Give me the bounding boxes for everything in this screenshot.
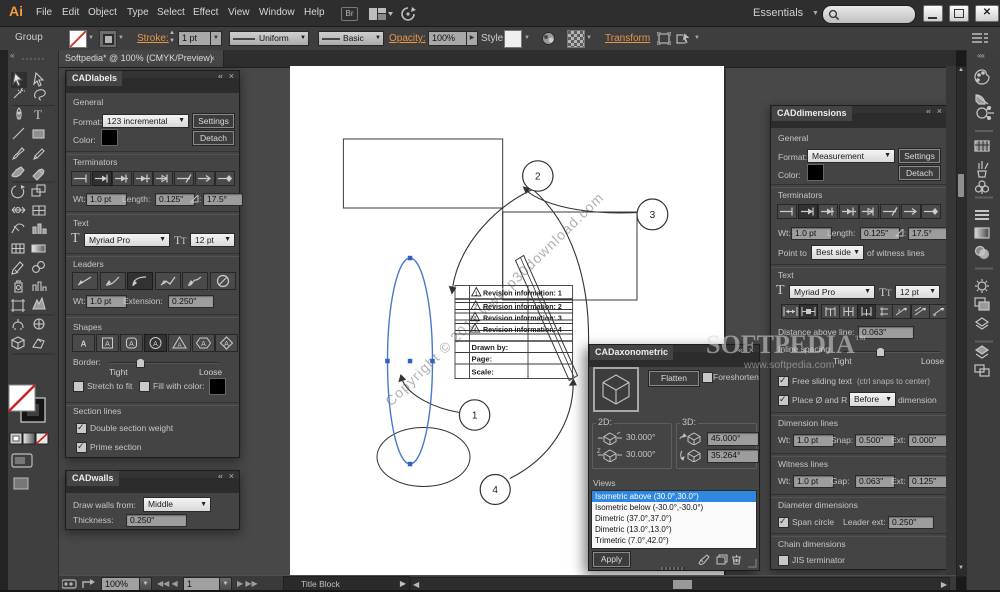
svg-text:A: A	[225, 341, 230, 348]
svg-text:x: x	[898, 308, 901, 314]
svg-text:Scale:: Scale:	[472, 367, 494, 376]
svg-text:T: T	[34, 107, 42, 122]
svg-text:A: A	[81, 340, 87, 349]
svg-text:3: 3	[474, 316, 477, 322]
svg-text:A: A	[201, 341, 206, 348]
svg-text:3: 3	[650, 210, 656, 221]
svg-text:1: 1	[475, 291, 478, 297]
svg-text:A: A	[129, 341, 134, 348]
svg-text:Revision information: 2: Revision information: 2	[483, 303, 562, 311]
svg-text:4: 4	[492, 485, 498, 496]
svg-text:2: 2	[535, 172, 541, 183]
svg-text:Revision information: 3: Revision information: 3	[483, 315, 562, 323]
svg-text:Z: Z	[597, 449, 601, 455]
svg-text:A: A	[153, 341, 158, 348]
svg-text:2: 2	[474, 305, 477, 311]
svg-text:4: 4	[474, 328, 477, 334]
svg-text:Revision information: 1: Revision information: 1	[483, 290, 562, 298]
svg-text:A: A	[105, 341, 110, 348]
svg-text:A: A	[177, 343, 181, 349]
svg-text:Drawn by:: Drawn by:	[472, 343, 509, 352]
svg-text:Page:: Page:	[472, 354, 493, 363]
svg-text:1: 1	[472, 411, 478, 422]
svg-text:Revision information: 4: Revision information: 4	[483, 326, 562, 334]
